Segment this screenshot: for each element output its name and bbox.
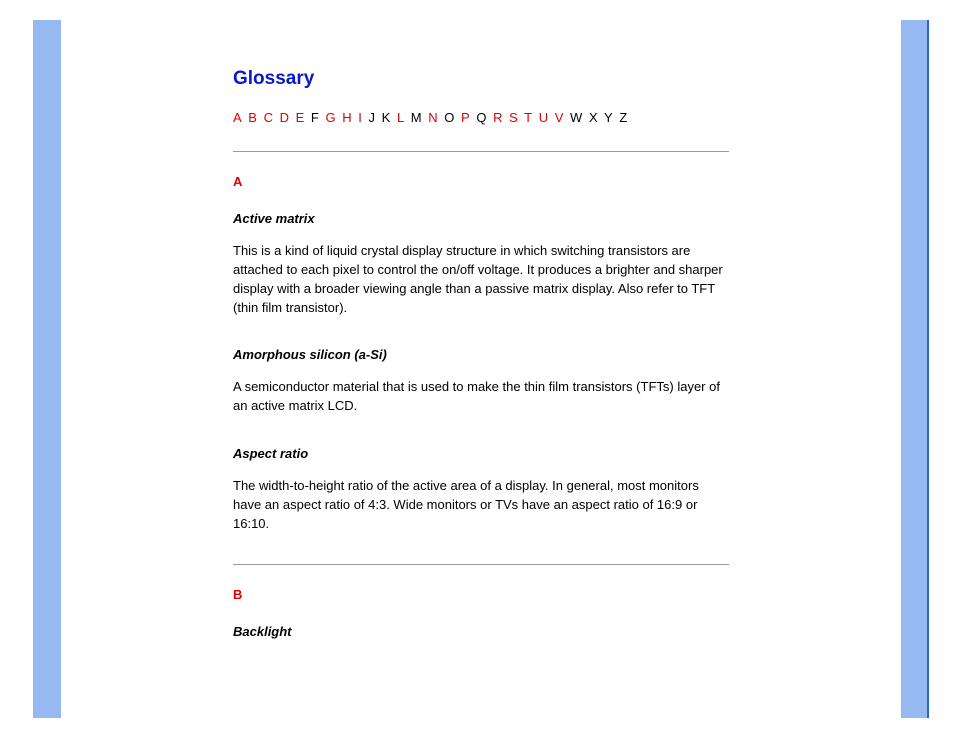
right-blue-stripe bbox=[901, 20, 929, 718]
alpha-nav-x: X bbox=[589, 110, 598, 125]
alpha-nav-j: J bbox=[369, 110, 376, 125]
alpha-nav-c[interactable]: C bbox=[264, 110, 273, 125]
definition: This is a kind of liquid crystal display… bbox=[233, 242, 729, 317]
term: Active matrix bbox=[233, 211, 729, 226]
alpha-nav-b[interactable]: B bbox=[248, 110, 257, 125]
term: Amorphous silicon (a-Si) bbox=[233, 347, 729, 362]
alpha-nav-r[interactable]: R bbox=[493, 110, 502, 125]
definition: A semiconductor material that is used to… bbox=[233, 378, 729, 416]
divider bbox=[233, 151, 729, 152]
section-letter-a: A bbox=[233, 174, 729, 189]
alpha-nav-o: O bbox=[444, 110, 454, 125]
alpha-nav-t[interactable]: T bbox=[524, 110, 532, 125]
alpha-nav-y: Y bbox=[604, 110, 613, 125]
alpha-nav-a[interactable]: A bbox=[233, 110, 242, 125]
page-title: Glossary bbox=[233, 68, 729, 90]
alpha-nav-f: F bbox=[311, 110, 319, 125]
alpha-nav-g[interactable]: G bbox=[326, 110, 336, 125]
alpha-nav-l[interactable]: L bbox=[397, 110, 404, 125]
alpha-nav-k: K bbox=[382, 110, 391, 125]
alpha-nav-q: Q bbox=[476, 110, 486, 125]
alpha-nav-s[interactable]: S bbox=[509, 110, 518, 125]
divider bbox=[233, 564, 729, 565]
term: Aspect ratio bbox=[233, 446, 729, 461]
alpha-nav-p[interactable]: P bbox=[461, 110, 470, 125]
alpha-nav-n[interactable]: N bbox=[428, 110, 437, 125]
left-blue-stripe bbox=[33, 20, 61, 718]
section-letter-b: B bbox=[233, 587, 729, 602]
alpha-nav-z: Z bbox=[619, 110, 627, 125]
definition: The width-to-height ratio of the active … bbox=[233, 477, 729, 534]
alpha-nav-u[interactable]: U bbox=[539, 110, 548, 125]
right-edge-accent bbox=[927, 20, 929, 718]
content-area: Glossary A B C D E F G H I J K L M N O P… bbox=[61, 20, 901, 718]
alpha-nav-d[interactable]: D bbox=[280, 110, 289, 125]
term: Backlight bbox=[233, 624, 729, 639]
alpha-nav-i[interactable]: I bbox=[358, 110, 362, 125]
alpha-nav-h[interactable]: H bbox=[342, 110, 351, 125]
alpha-nav: A B C D E F G H I J K L M N O P Q R S T … bbox=[233, 110, 729, 125]
alpha-nav-m: M bbox=[411, 110, 422, 125]
alpha-nav-v[interactable]: V bbox=[555, 110, 564, 125]
alpha-nav-w: W bbox=[570, 110, 582, 125]
glossary-sections: A Active matrix This is a kind of liquid c… bbox=[233, 174, 729, 639]
alpha-nav-e[interactable]: E bbox=[296, 110, 305, 125]
